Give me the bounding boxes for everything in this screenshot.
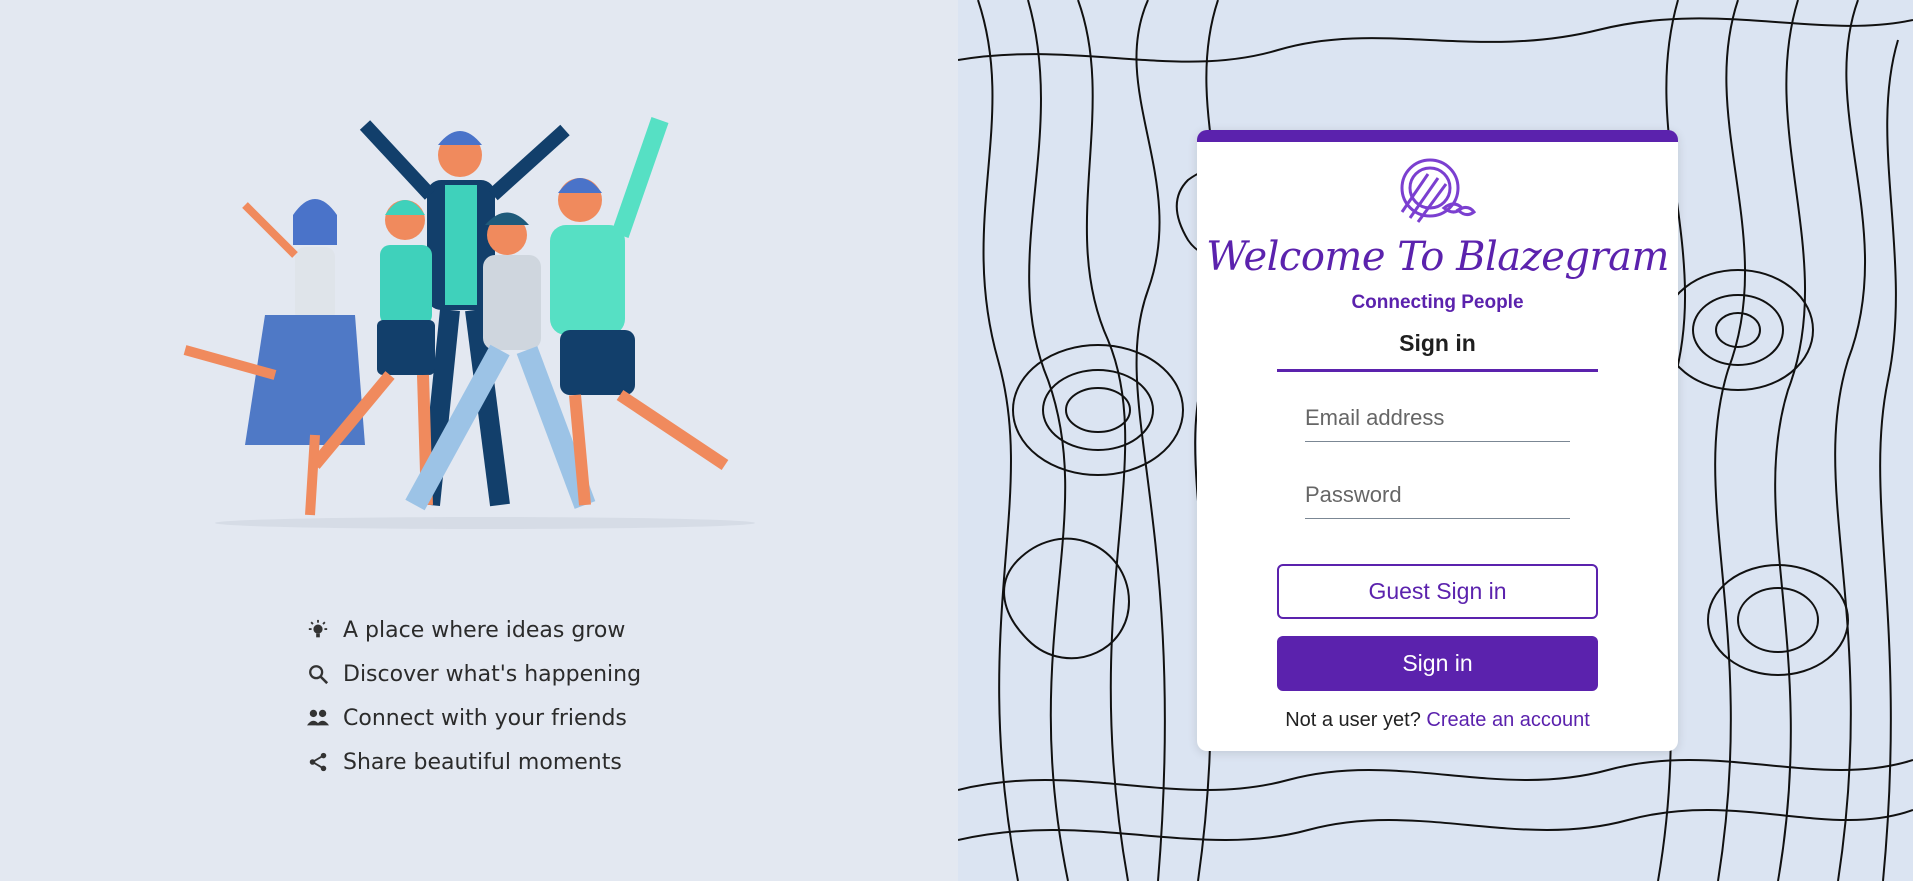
welcome-title: Welcome To Blazegram [1197, 234, 1678, 280]
feature-item: Discover what's happening [305, 652, 641, 696]
feature-text: Discover what's happening [343, 662, 641, 687]
signup-prompt-text: Not a user yet? [1285, 709, 1421, 731]
person-illustration [185, 199, 365, 515]
tab-sign-in[interactable]: Sign in [1277, 330, 1598, 372]
create-account-link[interactable]: Create an account [1426, 709, 1589, 731]
tagline: Connecting People [1197, 292, 1678, 314]
blazegram-bird-logo-icon [1388, 152, 1484, 232]
left-panel: A place where ideas grow Discover what's… [0, 0, 958, 881]
feature-text: Connect with your friends [343, 706, 627, 731]
people-icon [305, 705, 331, 731]
sign-in-button[interactable]: Sign in [1277, 636, 1598, 691]
guest-sign-in-button[interactable]: Guest Sign in [1277, 564, 1598, 619]
email-field[interactable] [1305, 394, 1570, 442]
feature-item: A place where ideas grow [305, 608, 641, 652]
search-icon [305, 661, 331, 687]
person-illustration [550, 120, 725, 505]
feature-item: Connect with your friends [305, 696, 641, 740]
share-icon [305, 749, 331, 775]
feature-text: Share beautiful moments [343, 750, 622, 775]
signup-prompt: Not a user yet? Create an account [1197, 709, 1678, 732]
friends-group-illustration [165, 105, 785, 535]
feature-list: A place where ideas grow Discover what's… [305, 608, 641, 784]
lightbulb-icon [305, 617, 331, 643]
login-card: Welcome To Blazegram Connecting People S… [1197, 130, 1678, 751]
feature-item: Share beautiful moments [305, 740, 641, 784]
password-field[interactable] [1305, 471, 1570, 519]
feature-text: A place where ideas grow [343, 618, 625, 643]
